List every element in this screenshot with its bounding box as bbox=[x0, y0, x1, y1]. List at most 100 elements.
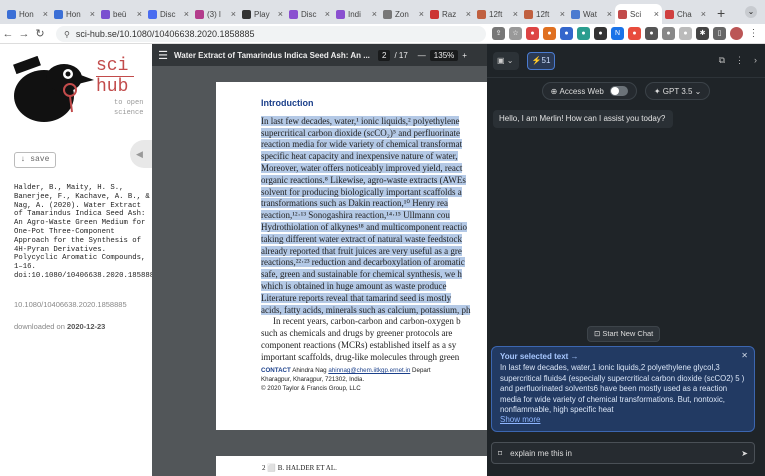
page-number-input[interactable]: 2 bbox=[378, 49, 391, 61]
tab-close-icon[interactable]: × bbox=[513, 9, 518, 19]
address-bar[interactable]: ⚲ sci-hub.se/10.1080/10406638.2020.18588… bbox=[56, 26, 486, 42]
close-sidebar-icon[interactable]: › bbox=[754, 55, 757, 66]
chat-input-text[interactable]: explain me this in bbox=[510, 449, 741, 458]
site-info-icon[interactable]: ⚲ bbox=[64, 30, 70, 39]
merlin-options: ⊕ Access Web ✦ GPT 3.5 ⌄ bbox=[487, 82, 765, 100]
page-total: / 17 bbox=[394, 50, 408, 60]
bookmark-icon[interactable]: ☆ bbox=[509, 27, 522, 40]
tab[interactable]: Raz × bbox=[427, 4, 474, 24]
menu-icon[interactable]: ☰ bbox=[152, 49, 174, 62]
menu-icon[interactable]: ⋮ bbox=[747, 27, 760, 40]
extension-icon[interactable]: ● bbox=[679, 27, 692, 40]
extension-icon[interactable]: ● bbox=[543, 27, 556, 40]
zoom-out-icon[interactable]: — bbox=[418, 51, 426, 60]
pdf-line: important scaffolds, drug-like molecules… bbox=[261, 352, 487, 364]
tab-favicon-icon bbox=[618, 9, 627, 19]
selected-text-header: Your selected text → bbox=[500, 352, 579, 361]
model-select[interactable]: ✦ GPT 3.5 ⌄ bbox=[644, 82, 711, 100]
extension-icon[interactable]: ● bbox=[577, 27, 590, 40]
reload-icon[interactable]: ↻ bbox=[32, 27, 48, 40]
bookmark-icon[interactable]: ⌑ bbox=[498, 449, 502, 458]
screen-icon[interactable]: ⧉ bbox=[719, 55, 725, 66]
tab-close-icon[interactable]: × bbox=[419, 9, 424, 19]
tab-close-icon[interactable]: × bbox=[278, 9, 283, 19]
tab[interactable]: Disc × bbox=[286, 4, 333, 24]
tab[interactable]: Indi × bbox=[333, 4, 380, 24]
pdf-line-text: already reported that fruit juices are v… bbox=[261, 245, 462, 256]
tab[interactable]: Hon × bbox=[51, 4, 98, 24]
zoom-in-icon[interactable]: + bbox=[462, 51, 467, 60]
logo-sci: sci bbox=[96, 56, 129, 76]
tab[interactable]: Sci × bbox=[615, 4, 662, 24]
pdf-line: supercritical carbon dioxide (scCO₂)⁵ an… bbox=[261, 127, 487, 140]
extension-icon[interactable]: ● bbox=[662, 27, 675, 40]
tab-close-icon[interactable]: × bbox=[231, 9, 236, 19]
tab-close-icon[interactable]: × bbox=[701, 9, 706, 19]
merlin-logo-dropdown[interactable]: ▣ ⌄ bbox=[493, 52, 519, 70]
citation-text: Halder, B., Maity, H. S., Banerjee, F., … bbox=[14, 184, 159, 280]
tab[interactable]: Zon × bbox=[380, 4, 427, 24]
new-chat-button[interactable]: ⊡ Start New Chat bbox=[587, 326, 661, 342]
query-counter[interactable]: ⚡51 bbox=[527, 52, 555, 70]
pdf-line-text: supercritical carbon dioxide (scCO₂)⁵ an… bbox=[261, 127, 460, 138]
logo-hub: hub bbox=[96, 76, 134, 97]
send-icon[interactable]: ➤ bbox=[741, 449, 748, 458]
extension-icon[interactable]: ● bbox=[526, 27, 539, 40]
new-tab-button[interactable]: + bbox=[717, 5, 725, 21]
pdf-line: reactions,²²·²³ reduction and decarboxyl… bbox=[261, 257, 487, 269]
pdf-line-text: such as chemicals and drugs by greener p… bbox=[261, 328, 453, 339]
profile-avatar[interactable] bbox=[730, 27, 743, 40]
pdf-line: safe, green and sustainable for chemical… bbox=[261, 269, 487, 281]
tab-close-icon[interactable]: × bbox=[325, 9, 330, 19]
tab[interactable]: Play × bbox=[239, 4, 286, 24]
extensions-puzzle-icon[interactable]: ✱ bbox=[696, 27, 709, 40]
tab-close-icon[interactable]: × bbox=[372, 9, 377, 19]
extension-icon[interactable]: N bbox=[611, 27, 624, 40]
access-web-label: Access Web bbox=[559, 86, 604, 96]
extension-icon[interactable]: ● bbox=[628, 27, 641, 40]
share-icon[interactable]: ⇪ bbox=[492, 27, 505, 40]
close-icon[interactable]: ✕ bbox=[741, 351, 748, 360]
tagline: to open science bbox=[114, 99, 144, 117]
access-web-toggle[interactable]: ⊕ Access Web bbox=[541, 82, 637, 100]
tab[interactable]: Wat × bbox=[568, 4, 615, 24]
forward-icon[interactable]: → bbox=[16, 28, 32, 40]
tab-close-icon[interactable]: × bbox=[466, 9, 471, 19]
new-chat-label: Start New Chat bbox=[602, 329, 654, 338]
tab[interactable]: Hon × bbox=[4, 4, 51, 24]
tab-close-icon[interactable]: × bbox=[184, 9, 189, 19]
tab-title: beü bbox=[113, 9, 127, 19]
doi-link[interactable]: 10.1080/10406638.2020.1858885 bbox=[14, 300, 127, 309]
tab-close-icon[interactable]: × bbox=[137, 9, 142, 19]
extension-icon[interactable]: ● bbox=[645, 27, 658, 40]
tab-search-icon[interactable]: ⌄ bbox=[745, 6, 757, 18]
tab-close-icon[interactable]: × bbox=[654, 9, 659, 19]
tab[interactable]: 12ft × bbox=[474, 4, 521, 24]
chat-input[interactable]: ⌑ explain me this in ➤ bbox=[491, 442, 755, 464]
extension-icon[interactable]: ● bbox=[594, 27, 607, 40]
tab[interactable]: (3) l × bbox=[192, 4, 239, 24]
save-button[interactable]: ↓ save bbox=[14, 152, 56, 168]
tab-close-icon[interactable]: × bbox=[90, 9, 95, 19]
show-more-link[interactable]: Show more bbox=[500, 415, 746, 424]
tab-title: Disc bbox=[301, 9, 317, 19]
tab[interactable]: Disc × bbox=[145, 4, 192, 24]
more-icon[interactable]: ⋮ bbox=[735, 55, 744, 66]
query-count: 51 bbox=[541, 56, 551, 65]
zoom-level[interactable]: 135% bbox=[429, 49, 459, 61]
tab[interactable]: Cha × bbox=[662, 4, 709, 24]
sidebar-icon[interactable]: ▯ bbox=[713, 27, 726, 40]
extension-icon[interactable]: ● bbox=[560, 27, 573, 40]
pdf-line-text: transformations such as Dakin reaction,¹… bbox=[261, 198, 448, 209]
tab-close-icon[interactable]: × bbox=[560, 9, 565, 19]
tab-favicon-icon bbox=[571, 9, 580, 19]
extensions-area: ⇪ ☆ ● ● ● ● ● N ● ● ● ● ✱ ▯ ⋮ bbox=[492, 27, 760, 40]
tab-close-icon[interactable]: × bbox=[607, 9, 612, 19]
toggle-switch[interactable] bbox=[609, 86, 628, 96]
tab-close-icon[interactable]: × bbox=[43, 9, 48, 19]
tab[interactable]: 12ft × bbox=[521, 4, 568, 24]
contact-email[interactable]: ahinnag@chem.iitkgp.ernet.in bbox=[328, 367, 410, 374]
tab[interactable]: beü × bbox=[98, 4, 145, 24]
raven-logo[interactable] bbox=[10, 56, 94, 126]
back-icon[interactable]: ← bbox=[0, 28, 16, 40]
